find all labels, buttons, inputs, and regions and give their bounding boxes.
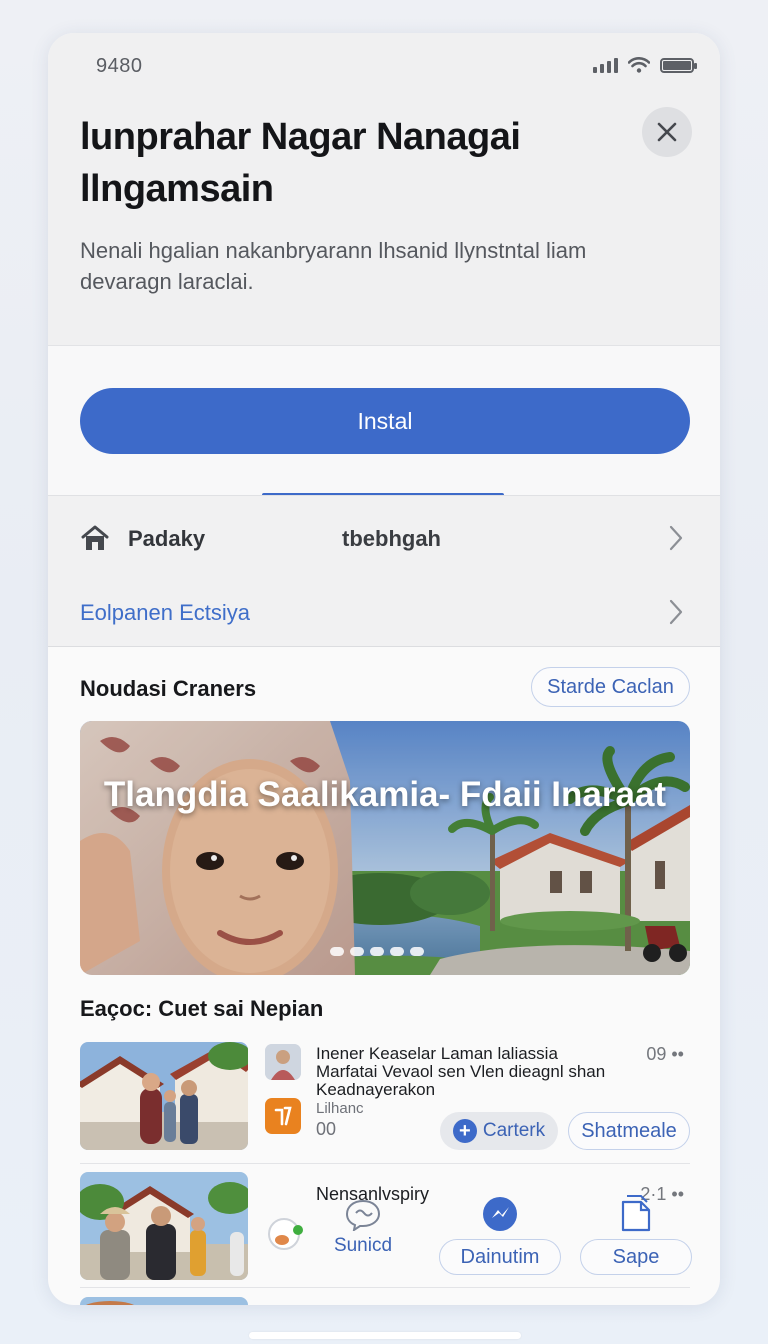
- featured-section-title: Noudasi Craners: [80, 676, 257, 701]
- page-subtitle: Nenali hgalian nakanbryarann lhsanid lly…: [80, 238, 587, 294]
- chat-bubble-glyph: [268, 1218, 303, 1250]
- app-header-card: 9480 lunprahar Nagar Nanagai llngamsain …: [48, 33, 720, 345]
- info-row-value: tbebhgah: [342, 526, 441, 551]
- thumbnail-image: [80, 1172, 248, 1280]
- chevron-right-icon: [669, 599, 683, 625]
- chevron-right-icon: [669, 525, 683, 551]
- app-icon: [265, 1098, 301, 1134]
- thumbnail-image: [80, 1297, 248, 1305]
- chat-bubble-icon[interactable]: [268, 1216, 304, 1252]
- carousel-dot[interactable]: [370, 947, 384, 956]
- carousel-dots[interactable]: [330, 947, 424, 956]
- carousel-dot[interactable]: [350, 947, 364, 956]
- carousel-dot[interactable]: [410, 947, 424, 956]
- divider: [80, 1287, 690, 1288]
- sunicd-action[interactable]: Sunicd: [330, 1199, 396, 1257]
- dainutim-button[interactable]: Dainutim: [439, 1239, 561, 1275]
- info-row-label: Padaky: [128, 526, 206, 551]
- hero-title: Tlangdia Saalikamia- Fdaii Inaraat: [103, 775, 667, 814]
- info-row-primary[interactable]: Padaky tbebhgah: [48, 496, 720, 578]
- hero-image: [80, 721, 690, 975]
- info-row-link[interactable]: Eolpanen Ectsiya: [48, 578, 720, 648]
- status-time: 9480: [96, 55, 143, 77]
- thumbnail-image: [80, 1042, 248, 1150]
- featured-hero-card[interactable]: Tlangdia Saalikamia- Fdaii Inaraat: [80, 721, 690, 975]
- plus-icon: +: [452, 1119, 477, 1143]
- close-icon: [657, 122, 677, 142]
- list-item-thumbnail[interactable]: [80, 1042, 248, 1150]
- list-item-count: 00: [316, 1119, 337, 1139]
- wifi-icon: [628, 57, 650, 73]
- list-item-meta[interactable]: 09 ••: [646, 1044, 684, 1065]
- close-button[interactable]: [642, 107, 692, 157]
- info-link-text: Eolpanen Ectsiya: [80, 600, 250, 625]
- list-item-sub: Lilhanc: [316, 1100, 364, 1117]
- add-button[interactable]: + Carterk: [440, 1112, 558, 1150]
- app-sheet: 9480 lunprahar Nagar Nanagai llngamsain …: [48, 33, 720, 1305]
- author-avatar: [265, 1044, 301, 1080]
- install-area: Instal: [48, 345, 720, 497]
- sunicd-label: Sunicd: [333, 1235, 393, 1256]
- list-item-description: Marfatai Vevaol sen Vlen dieagnl shan Ke…: [316, 1062, 606, 1099]
- status-icons: [593, 57, 697, 73]
- list-item-thumbnail[interactable]: [80, 1297, 248, 1305]
- signal-icon: [593, 57, 618, 73]
- avatar-image: [265, 1044, 301, 1080]
- home-icon: [81, 525, 109, 550]
- app-glyph-icon: [274, 1106, 292, 1126]
- install-button[interactable]: Instal: [80, 388, 690, 454]
- divider: [80, 1163, 690, 1164]
- battery-icon: [660, 57, 697, 73]
- see-all-button[interactable]: Starde Caclan: [531, 667, 690, 707]
- home-indicator[interactable]: [249, 1332, 521, 1339]
- compass-icon[interactable]: [482, 1196, 518, 1232]
- sape-button[interactable]: Sape: [580, 1239, 692, 1275]
- list-item-title: Inener Keaselar Laman laliassia: [316, 1044, 558, 1063]
- list-item-thumbnail[interactable]: [80, 1172, 248, 1280]
- share-button[interactable]: Shatmeale: [568, 1112, 690, 1150]
- document-icon[interactable]: [619, 1194, 653, 1232]
- info-section: Padaky tbebhgah Eolpanen Ectsiya: [48, 495, 720, 647]
- sunicd-icon: [345, 1199, 381, 1231]
- carousel-dot[interactable]: [330, 947, 344, 956]
- page-title: lunprahar Nagar Nanagai llngamsain: [80, 116, 521, 210]
- list-section-title: Eaçoc: Cuet sai Nepian: [80, 996, 324, 1021]
- carousel-dot[interactable]: [390, 947, 404, 956]
- add-button-label: Carterk: [482, 1120, 546, 1141]
